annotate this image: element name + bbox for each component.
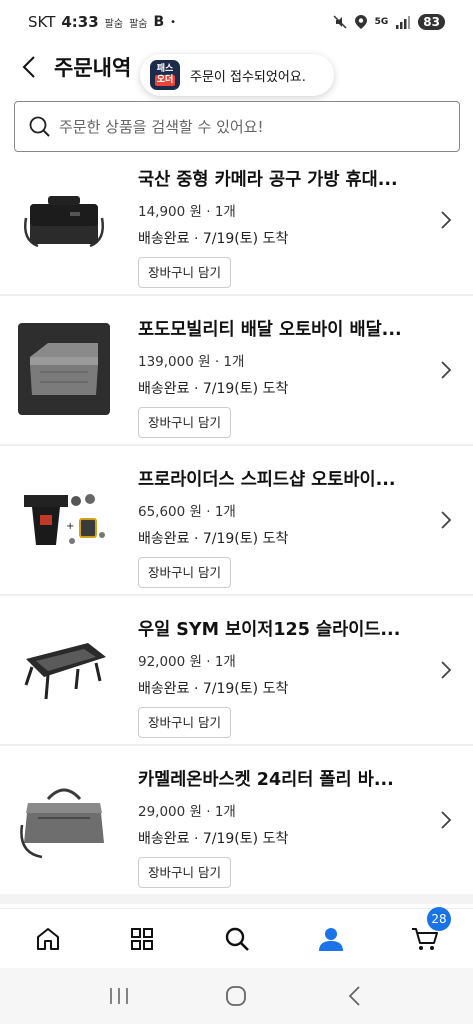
svg-text:+: + <box>66 521 74 532</box>
order-info: 프로라이더스 스피드샵 오토바이... 65,600 원 · 1개 배송완료 ·… <box>138 466 418 588</box>
system-nav-bar <box>0 968 473 1024</box>
delivery-status: 배송완료 · 7/19(토) 도착 <box>138 231 289 247</box>
order-info: 포도모빌리티 배달 오토바이 배달... 139,000 원 · 1개 배송완료… <box>138 316 418 438</box>
bottom-nav: 28 <box>0 906 473 968</box>
system-back-button[interactable] <box>339 981 369 1011</box>
notification-indicator: B <box>153 14 165 30</box>
search-box[interactable] <box>14 101 460 152</box>
order-info: 우일 SYM 보이저125 슬라이드... 92,000 원 · 1개 배송완료… <box>138 616 418 738</box>
search-icon <box>225 927 249 951</box>
my-page-icon <box>318 927 343 951</box>
add-to-cart-button[interactable]: 장바구니 담기 <box>138 707 231 738</box>
order-item[interactable]: 국산 중형 카메라 공구 가방 휴대... 14,900 원 · 1개 배송완료… <box>0 160 473 296</box>
product-price: 92,000 원 · 1개 <box>138 654 236 670</box>
search-input[interactable] <box>59 117 439 136</box>
chevron-right-icon[interactable] <box>439 360 453 380</box>
order-item[interactable]: 우일 SYM 보이저125 슬라이드... 92,000 원 · 1개 배송완료… <box>0 596 473 746</box>
product-name: 프로라이더스 스피드샵 오토바이... <box>138 470 396 490</box>
notification-indicator: 팔숨 <box>129 18 148 30</box>
home-button[interactable] <box>221 981 251 1011</box>
home-circle-icon <box>226 986 247 1006</box>
product-price: 29,000 원 · 1개 <box>138 804 236 820</box>
product-price: 14,900 원 · 1개 <box>138 204 236 220</box>
delivery-status: 배송완료 · 7/19(토) 도착 <box>138 531 289 547</box>
delivery-status: 배송완료 · 7/19(토) 도착 <box>138 381 289 397</box>
nav-category[interactable] <box>128 925 156 953</box>
product-name: 포도모빌리티 배달 오토바이 배달... <box>138 320 402 340</box>
add-to-cart-button[interactable]: 장바구니 담기 <box>138 257 231 288</box>
logo-text-top: 패스 <box>156 64 174 74</box>
back-arrow-icon <box>22 56 35 78</box>
product-name: 우일 SYM 보이저125 슬라이드... <box>138 620 401 640</box>
logo-text-bottom: 오더 <box>154 75 176 86</box>
order-item[interactable]: + 프로라이더스 스피드샵 오토바이... 65,600 원 · 1개 배송완료… <box>0 446 473 596</box>
toast-message: 주문이 접수되었어요. <box>190 69 306 85</box>
product-price: 65,600 원 · 1개 <box>138 504 236 520</box>
cart-count-badge: 28 <box>427 906 451 931</box>
nav-cart[interactable]: 28 <box>411 906 451 953</box>
order-info: 카멜레온바스켓 24리터 폴리 바... 29,000 원 · 1개 배송완료 … <box>138 766 418 888</box>
add-to-cart-button[interactable]: 장바구니 담기 <box>138 557 231 588</box>
notification-dot: • <box>170 16 177 28</box>
network-label: 5G <box>374 17 389 27</box>
chevron-right-icon[interactable] <box>439 510 453 530</box>
chevron-right-icon[interactable] <box>439 660 453 680</box>
chevron-right-icon[interactable] <box>439 210 453 230</box>
product-price: 139,000 원 · 1개 <box>138 354 245 370</box>
category-grid-icon <box>131 927 154 950</box>
notification-indicator: 팔숨 <box>104 18 124 30</box>
signal-icon <box>396 16 411 29</box>
clock: 4:33 <box>61 13 99 31</box>
product-image <box>18 773 110 865</box>
product-image <box>18 623 110 715</box>
back-icon <box>348 986 360 1006</box>
back-button[interactable] <box>6 44 52 90</box>
status-left: SKT 4:33 팔숨 팔숨 B • <box>28 13 176 31</box>
order-item[interactable]: 포도모빌리티 배달 오토바이 배달... 139,000 원 · 1개 배송완료… <box>0 296 473 446</box>
location-icon <box>354 15 367 29</box>
product-image <box>18 323 110 415</box>
recent-apps-icon <box>110 988 128 1004</box>
chevron-right-icon[interactable] <box>439 810 453 830</box>
nav-home[interactable] <box>34 925 62 953</box>
carrier-label: SKT <box>28 13 56 31</box>
product-name: 카멜레온바스켓 24리터 폴리 바... <box>138 770 394 790</box>
nav-my-page[interactable] <box>317 925 345 953</box>
delivery-status: 배송완료 · 7/19(토) 도착 <box>138 681 289 697</box>
add-to-cart-button[interactable]: 장바구니 담기 <box>138 407 231 438</box>
product-image: + <box>18 473 110 565</box>
add-to-cart-button[interactable]: 장바구니 담기 <box>138 857 231 888</box>
nav-search[interactable] <box>223 925 251 953</box>
delivery-status: 배송완료 · 7/19(토) 도착 <box>138 831 289 847</box>
product-name: 국산 중형 카메라 공구 가방 휴대... <box>138 170 398 190</box>
order-info: 국산 중형 카메라 공구 가방 휴대... 14,900 원 · 1개 배송완료… <box>138 166 418 288</box>
order-list: 국산 중형 카메라 공구 가방 휴대... 14,900 원 · 1개 배송완료… <box>0 160 473 904</box>
toast-notification: 패스 오더 주문이 접수되었어요. <box>140 54 334 96</box>
battery-indicator: 83 <box>418 14 445 30</box>
order-item[interactable]: 카멜레온바스켓 24리터 폴리 바... 29,000 원 · 1개 배송완료 … <box>0 746 473 904</box>
product-image <box>18 174 110 266</box>
mute-icon <box>333 15 347 29</box>
passorder-logo: 패스 오더 <box>150 60 180 90</box>
recent-apps-button[interactable] <box>104 981 134 1011</box>
status-right: 5G 83 <box>333 14 445 30</box>
search-icon <box>29 116 50 137</box>
status-bar: SKT 4:33 팔숨 팔숨 B • 5G 83 <box>0 0 473 44</box>
home-icon <box>37 927 59 950</box>
page-title: 주문내역 <box>54 56 132 80</box>
